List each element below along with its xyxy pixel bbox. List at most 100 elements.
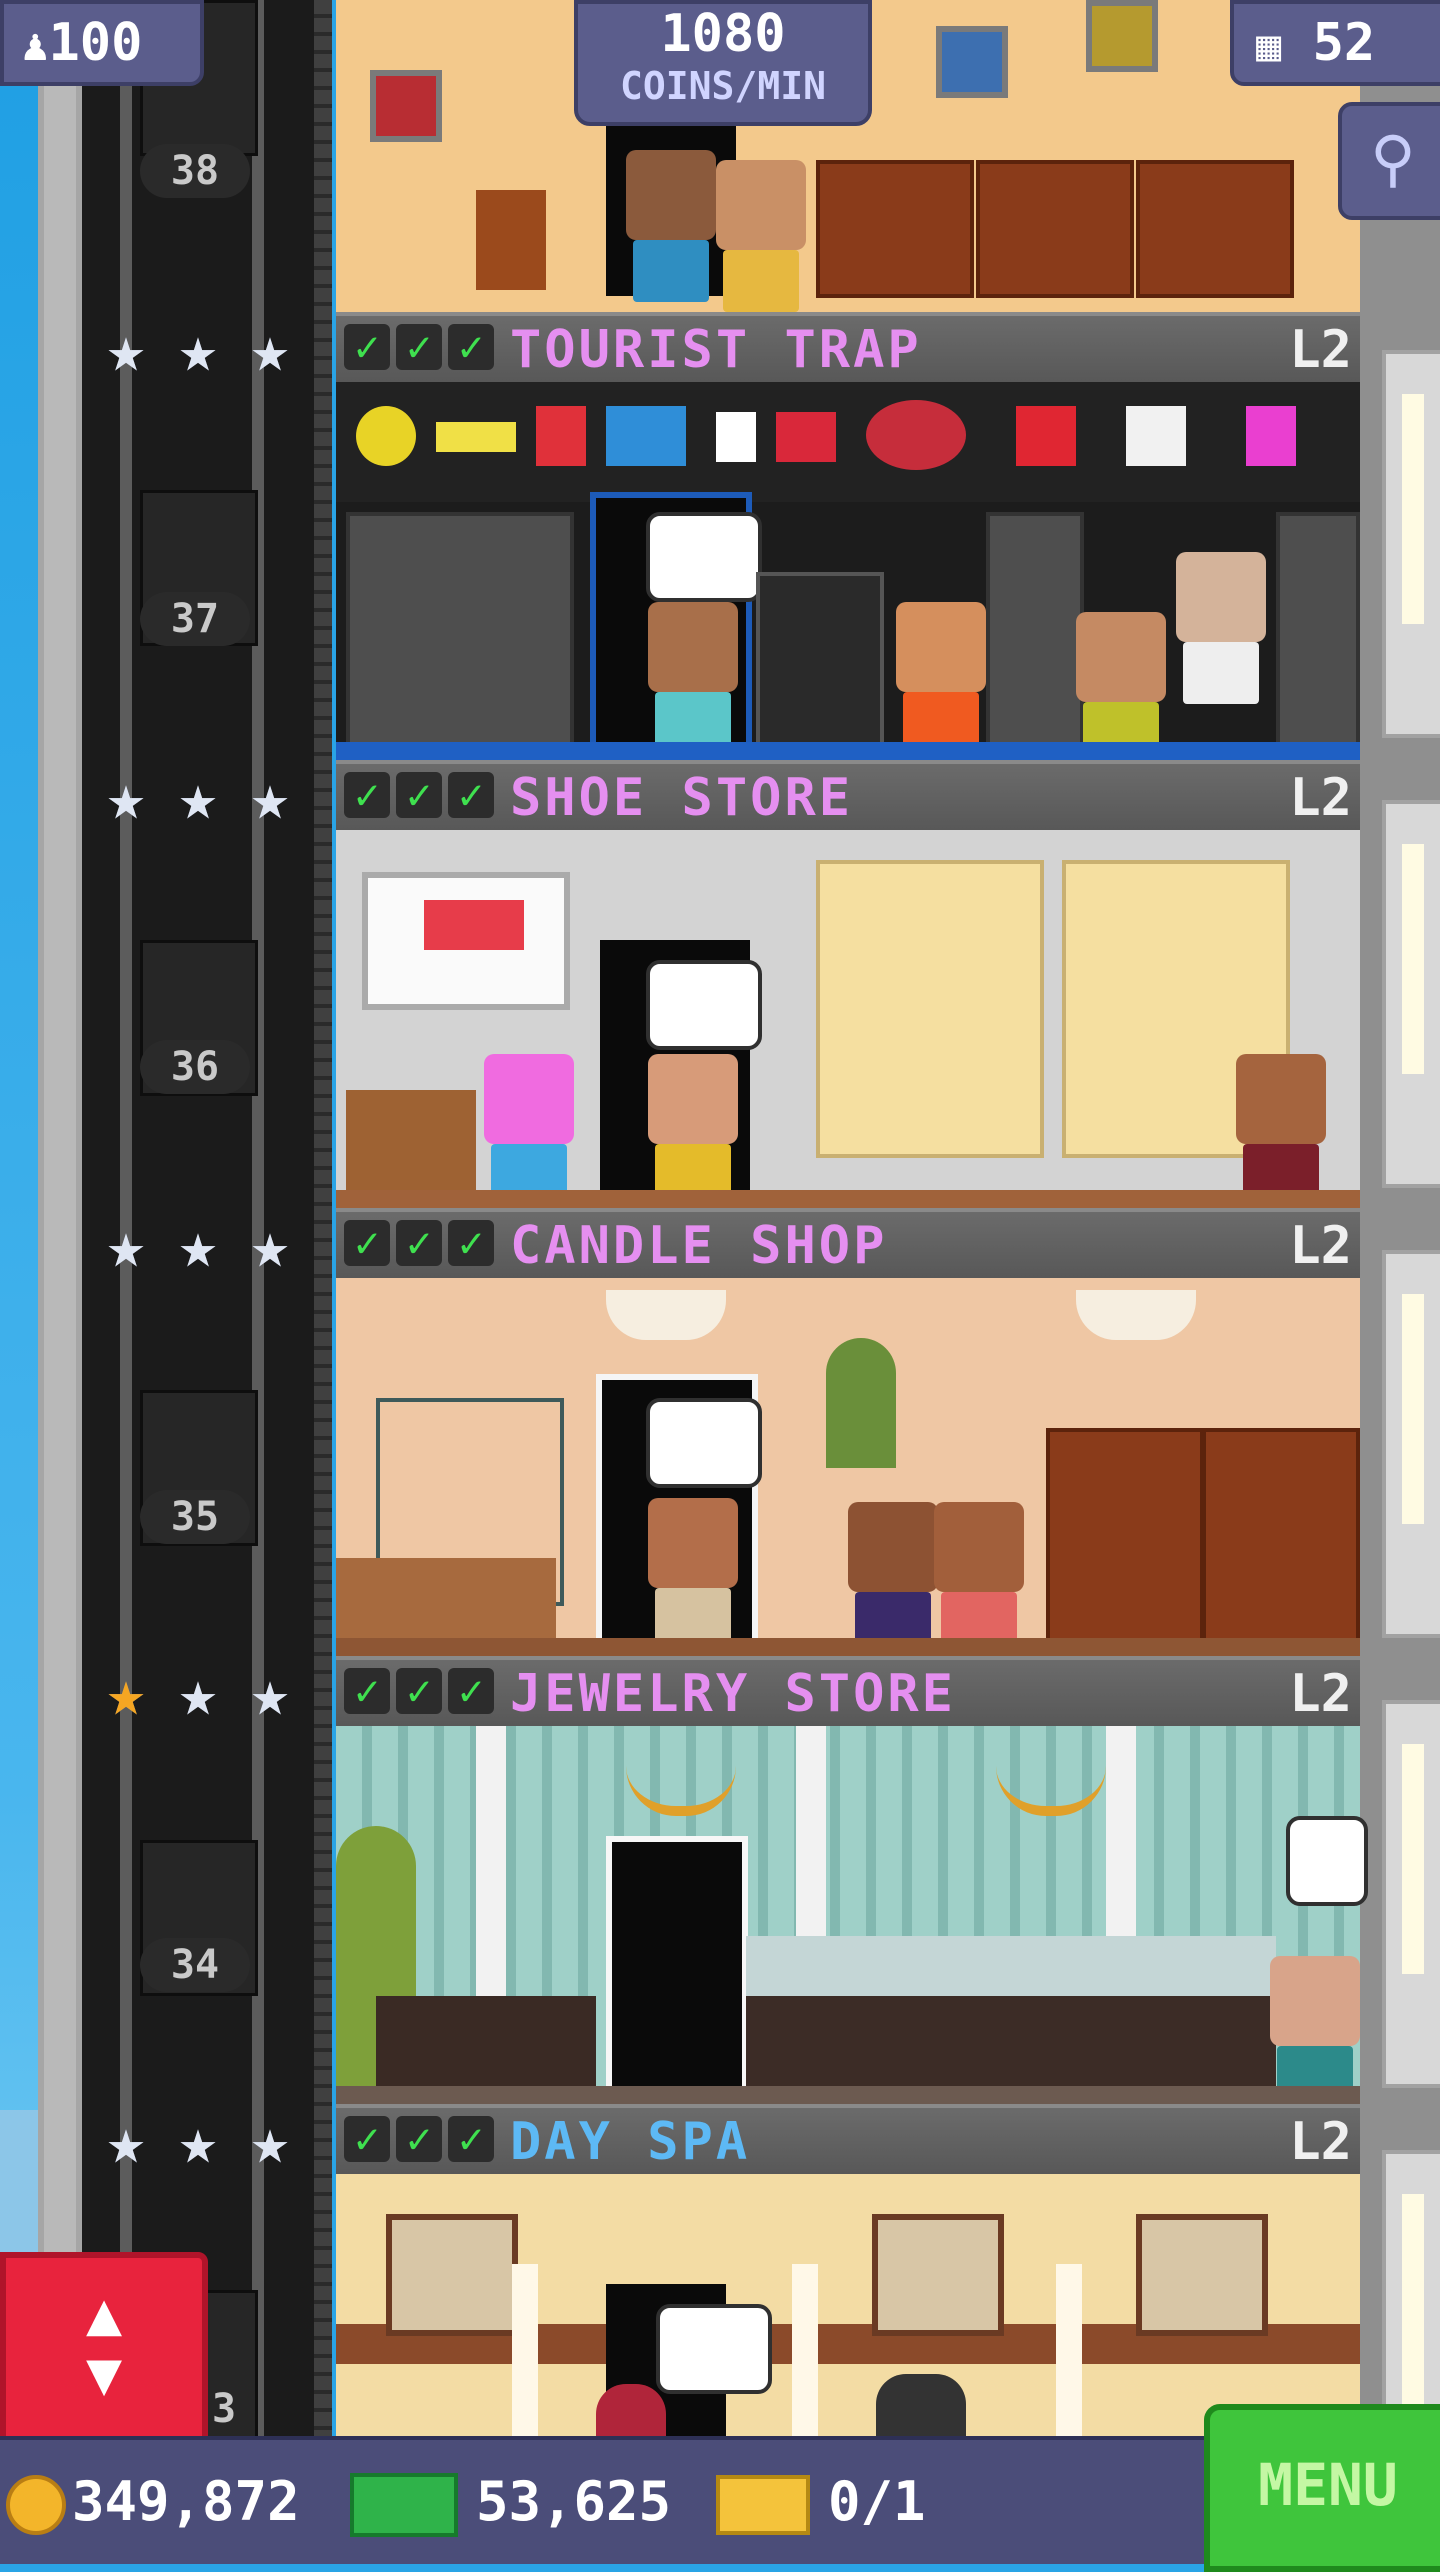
up-down-arrows-icon: ▲ ▼ [85, 2279, 123, 2409]
checkmark-icon: ✓ [448, 1220, 494, 1266]
coins-rate-label: COINS/MIN [620, 64, 826, 108]
window [1382, 800, 1440, 1188]
checkmark-icon: ✓ [396, 324, 442, 370]
tourist-trap-room[interactable] [336, 382, 1360, 764]
visitor [934, 1502, 1024, 1654]
star-icon: ★ [106, 2105, 146, 2179]
checkmark-icon: ✓ [448, 324, 494, 370]
store-shelf [816, 160, 974, 298]
bux-display[interactable]: 53,625 [350, 2462, 671, 2542]
checkmark-icon: ✓ [396, 1668, 442, 1714]
population-counter[interactable]: ♟100 [0, 0, 204, 86]
floor-strip [336, 1190, 1360, 1208]
souvenir-shelf [346, 512, 574, 750]
checkmark-icon: ✓ [448, 1668, 494, 1714]
building-icon: ▦ [1256, 21, 1282, 70]
store-shelf [976, 160, 1134, 298]
coin-icon [6, 2475, 66, 2536]
shaft-edge [314, 0, 332, 2460]
star-icon: ★ [106, 761, 146, 835]
floor-name: DAY SPA [510, 2112, 751, 2172]
population-value: 100 [48, 13, 143, 73]
checkmark-icon: ✓ [344, 324, 390, 370]
floor-level: L2 [1289, 1664, 1352, 1724]
floor-number: 34 [140, 1938, 250, 1992]
floor-banner-day-spa[interactable]: ✓ ✓ ✓ DAY SPA L2 [336, 2104, 1360, 2178]
bux-icon [350, 2473, 458, 2538]
person-icon: ♟ [22, 20, 49, 71]
checkmark-icon: ✓ [344, 1220, 390, 1266]
window [1382, 1250, 1440, 1638]
visitor [716, 160, 806, 312]
floor-count-value: 52 [1312, 13, 1376, 73]
checkmark-icon: ✓ [396, 772, 442, 818]
shoe-wall-shelf [816, 860, 1044, 1158]
wall-painting [872, 2214, 1004, 2336]
search-button[interactable]: ⚲ [1338, 102, 1440, 220]
wall-painting [386, 2214, 518, 2336]
star-icon: ★ [178, 313, 218, 387]
floor-strip [336, 1638, 1360, 1656]
speech-bubble[interactable] [1286, 1816, 1368, 1906]
souvenir-item [1016, 406, 1076, 466]
checkmark-icon: ✓ [344, 772, 390, 818]
speech-bubble[interactable] [646, 512, 762, 602]
display-stand [376, 1996, 496, 2086]
window [1382, 350, 1440, 738]
floor-count-panel[interactable]: ▦ 52 [1230, 0, 1440, 86]
ceiling-lamp [606, 1290, 726, 1340]
speech-bubble[interactable] [646, 960, 762, 1050]
tickets-display[interactable]: 0/1 [716, 2462, 926, 2542]
star-icon: ★ [250, 1209, 290, 1283]
visitor [648, 1498, 738, 1650]
speech-bubble[interactable] [656, 2304, 772, 2394]
coins-value: 349,872 [72, 2470, 300, 2533]
souvenir-item [606, 406, 686, 466]
vip-ticket-icon [716, 2475, 810, 2536]
souvenir-item [776, 412, 836, 462]
star-icon: ★ [178, 2105, 218, 2179]
star-icon: ★ [178, 761, 218, 835]
coins-rate-value: 1080 [660, 4, 786, 64]
floor-banner-tourist-trap[interactable]: ✓ ✓ ✓ TOURIST TRAP L2 [336, 312, 1360, 386]
souvenir-item [716, 412, 756, 462]
arcade-machine [756, 572, 884, 750]
checkmark-icon: ✓ [396, 1220, 442, 1266]
floor-name: CANDLE SHOP [510, 1216, 888, 1276]
floor-number: 37 [140, 592, 250, 646]
floor-banner-candle-shop[interactable]: ✓ ✓ ✓ CANDLE SHOP L2 [336, 1208, 1360, 1282]
jewelry-store-room[interactable] [336, 1726, 1368, 2146]
checkmark-icon: ✓ [396, 2116, 442, 2162]
floor-name: JEWELRY STORE [510, 1664, 956, 1724]
tower-right-wall [1360, 0, 1440, 2538]
counter [346, 1090, 476, 1200]
star-icon: ★ [106, 1209, 146, 1283]
floor-strip [336, 2086, 1360, 2104]
shopkeeper [1176, 552, 1266, 704]
tickets-value: 0/1 [828, 2470, 926, 2533]
chandelier [996, 1746, 1106, 1816]
souvenir-item [436, 422, 516, 452]
gold-star-icon: ★ [106, 1657, 146, 1731]
day-spa-room[interactable] [336, 2174, 1360, 2436]
floor-strip [336, 742, 1360, 760]
menu-button[interactable]: MENU [1204, 2404, 1440, 2572]
ceiling-lamp [1076, 1290, 1196, 1340]
candle-shop-room[interactable] [336, 1278, 1360, 1656]
elevator-button[interactable]: ▲ ▼ [0, 2252, 208, 2448]
coins-display[interactable]: 349,872 [6, 2462, 300, 2542]
checkmark-icon: ✓ [448, 2116, 494, 2162]
speech-bubble[interactable] [646, 1398, 762, 1488]
star-icon: ★ [250, 761, 290, 835]
floor-number: 36 [140, 1040, 250, 1094]
tower-outer-wall [38, 0, 82, 2460]
visitor [648, 602, 738, 754]
souvenir-item [866, 400, 966, 470]
souvenir-item [536, 406, 586, 466]
floor-banner-jewelry-store[interactable]: ✓ ✓ ✓ JEWELRY STORE L2 [336, 1656, 1360, 1730]
souvenir-item [1126, 406, 1186, 466]
floor-banner-shoe-store[interactable]: ✓ ✓ ✓ SHOE STORE L2 [336, 760, 1360, 834]
visitor [648, 1054, 738, 1206]
shoe-store-room[interactable] [336, 830, 1360, 1208]
coins-per-minute-panel[interactable]: 1080 COINS/MIN [574, 0, 872, 126]
